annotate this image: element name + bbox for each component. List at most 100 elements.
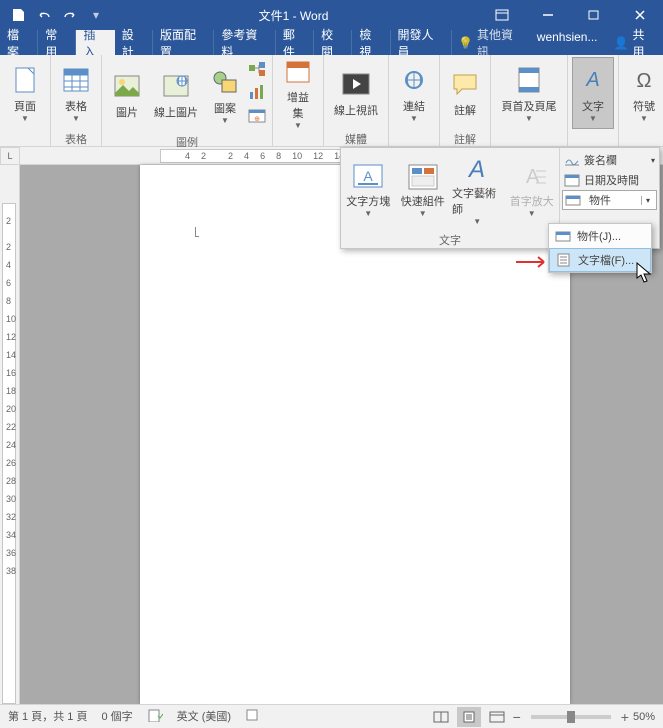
undo-icon[interactable] bbox=[32, 3, 56, 27]
chevron-down-icon: ▼ bbox=[640, 116, 648, 122]
read-mode-icon[interactable] bbox=[429, 707, 453, 727]
wordart-icon: A bbox=[461, 155, 493, 183]
object-label: 物件 bbox=[585, 192, 615, 208]
save-icon[interactable] bbox=[6, 3, 30, 27]
tab-layout[interactable]: 版面配置 bbox=[153, 30, 214, 55]
text-box-icon: A bbox=[352, 163, 384, 191]
comment-button[interactable]: 註解 bbox=[444, 57, 486, 129]
symbols-button[interactable]: Ω 符號 ▼ bbox=[623, 57, 663, 129]
group-label bbox=[619, 131, 663, 146]
quick-parts-button[interactable]: 快速組件 ▼ bbox=[396, 148, 451, 232]
table-button[interactable]: 表格 ▼ bbox=[55, 57, 97, 129]
header-footer-label: 頁首及頁尾 bbox=[502, 98, 557, 114]
addins-button[interactable]: 增益 集 ▼ bbox=[277, 57, 319, 129]
svg-text:A: A bbox=[364, 168, 374, 184]
online-video-button[interactable]: 線上視訊 bbox=[328, 57, 384, 129]
language-status[interactable]: 英文 (美國) bbox=[177, 708, 231, 725]
links-label: 連結 bbox=[403, 98, 425, 114]
zoom-in-icon[interactable]: + bbox=[621, 709, 629, 725]
tab-developer[interactable]: 開發人員 bbox=[391, 30, 452, 55]
annotation-arrow-icon bbox=[516, 255, 552, 269]
macro-icon[interactable] bbox=[245, 708, 259, 725]
pictures-label: 圖片 bbox=[116, 104, 138, 120]
window-title: 文件1 - Word bbox=[108, 7, 479, 24]
word-count[interactable]: 0 個字 bbox=[101, 708, 132, 725]
addins-label: 增益 集 bbox=[287, 89, 309, 121]
text-file-icon bbox=[556, 253, 572, 267]
tab-view[interactable]: 檢視 bbox=[352, 30, 390, 55]
tab-home[interactable]: 常用 bbox=[38, 30, 76, 55]
chart-icon[interactable] bbox=[248, 84, 266, 105]
tab-file[interactable]: 檔案 bbox=[0, 30, 38, 55]
spell-check-icon[interactable] bbox=[147, 708, 163, 725]
chevron-down-icon: ▼ bbox=[72, 116, 80, 122]
account-name[interactable]: wenhsien... bbox=[529, 30, 606, 55]
tell-me-search[interactable]: 💡 其他資訊 bbox=[452, 30, 529, 55]
shapes-label: 圖案 bbox=[214, 100, 236, 116]
screenshot-icon[interactable]: ⊕ bbox=[248, 107, 266, 128]
zoom-thumb[interactable] bbox=[567, 711, 575, 723]
chevron-down-icon: ▼ bbox=[419, 211, 427, 217]
signature-label: 簽名欄 bbox=[584, 152, 617, 168]
addins-icon bbox=[282, 57, 314, 87]
text-group-label: 文字 bbox=[341, 232, 559, 248]
signature-icon bbox=[564, 153, 580, 167]
text-button[interactable]: A 文字 ▼ bbox=[572, 57, 614, 129]
symbol-icon: Ω bbox=[628, 64, 660, 96]
chevron-down-icon: ▼ bbox=[294, 123, 302, 129]
smartart-icon[interactable] bbox=[248, 61, 266, 82]
pictures-button[interactable]: 圖片 bbox=[106, 59, 148, 131]
link-icon bbox=[398, 64, 430, 96]
online-pictures-button[interactable]: 線上圖片 bbox=[148, 59, 204, 131]
pages-button[interactable]: 頁面 ▼ bbox=[4, 57, 46, 129]
drop-cap-label: 首字放大 bbox=[510, 193, 554, 209]
header-footer-button[interactable]: 頁首及頁尾 ▼ bbox=[495, 57, 563, 129]
tab-references[interactable]: 參考資料 bbox=[214, 30, 275, 55]
group-label bbox=[273, 131, 323, 146]
comment-icon bbox=[449, 68, 481, 100]
object-split-button[interactable]: 物件 ▾ bbox=[562, 190, 657, 210]
group-label bbox=[389, 131, 439, 146]
shapes-button[interactable]: 圖案 ▼ bbox=[204, 59, 246, 131]
drop-cap-icon: A bbox=[516, 163, 548, 191]
links-button[interactable]: 連結 ▼ bbox=[393, 57, 435, 129]
group-label bbox=[568, 131, 618, 146]
tab-design[interactable]: 設計 bbox=[115, 30, 153, 55]
quick-parts-label: 快速組件 bbox=[401, 193, 445, 209]
tab-mailings[interactable]: 郵件 bbox=[276, 30, 314, 55]
text-box-button[interactable]: A 文字方塊 ▼ bbox=[341, 148, 396, 232]
page-count[interactable]: 第 1 頁，共 1 頁 bbox=[8, 708, 87, 725]
chevron-down-icon: ▼ bbox=[410, 116, 418, 122]
zoom-slider[interactable] bbox=[531, 715, 611, 719]
video-icon bbox=[340, 68, 372, 100]
chevron-down-icon: ▼ bbox=[589, 116, 597, 122]
minimize-icon[interactable] bbox=[525, 0, 571, 30]
wordart-button[interactable]: A 文字藝術師 ▼ bbox=[450, 148, 505, 232]
qat-customize-icon[interactable]: ▾ bbox=[84, 3, 108, 27]
zoom-out-icon[interactable]: − bbox=[513, 709, 521, 725]
zoom-level[interactable]: 50% bbox=[633, 711, 655, 723]
tab-insert[interactable]: 插入 bbox=[76, 30, 114, 55]
quick-access-toolbar: ▾ bbox=[0, 3, 108, 27]
calendar-icon bbox=[564, 173, 580, 187]
svg-text:Ω: Ω bbox=[637, 70, 652, 92]
print-layout-icon[interactable] bbox=[457, 707, 481, 727]
person-icon: 👤 bbox=[613, 36, 628, 50]
date-time-button[interactable]: 日期及時間 bbox=[562, 170, 657, 190]
share-button[interactable]: 👤 共用 bbox=[605, 30, 663, 55]
web-layout-icon[interactable] bbox=[485, 707, 509, 727]
maximize-icon[interactable] bbox=[571, 0, 617, 30]
page-icon bbox=[9, 64, 41, 96]
text-cursor-icon bbox=[180, 217, 181, 233]
vertical-ruler[interactable]: 22468101214161820222426283032343638 bbox=[0, 165, 20, 704]
tab-review[interactable]: 校閱 bbox=[314, 30, 352, 55]
object-icon bbox=[555, 229, 571, 243]
object-menu-item[interactable]: 物件(J)... bbox=[549, 224, 651, 248]
chevron-down-icon: ▼ bbox=[21, 116, 29, 122]
redo-icon[interactable] bbox=[58, 3, 82, 27]
object-item-label: 物件(J)... bbox=[577, 228, 621, 244]
text-from-file-label: 文字檔(F)... bbox=[578, 252, 634, 268]
signature-line-button[interactable]: 簽名欄 ▾ bbox=[562, 150, 657, 170]
comment-label: 註解 bbox=[454, 102, 476, 118]
online-picture-icon bbox=[160, 70, 192, 102]
